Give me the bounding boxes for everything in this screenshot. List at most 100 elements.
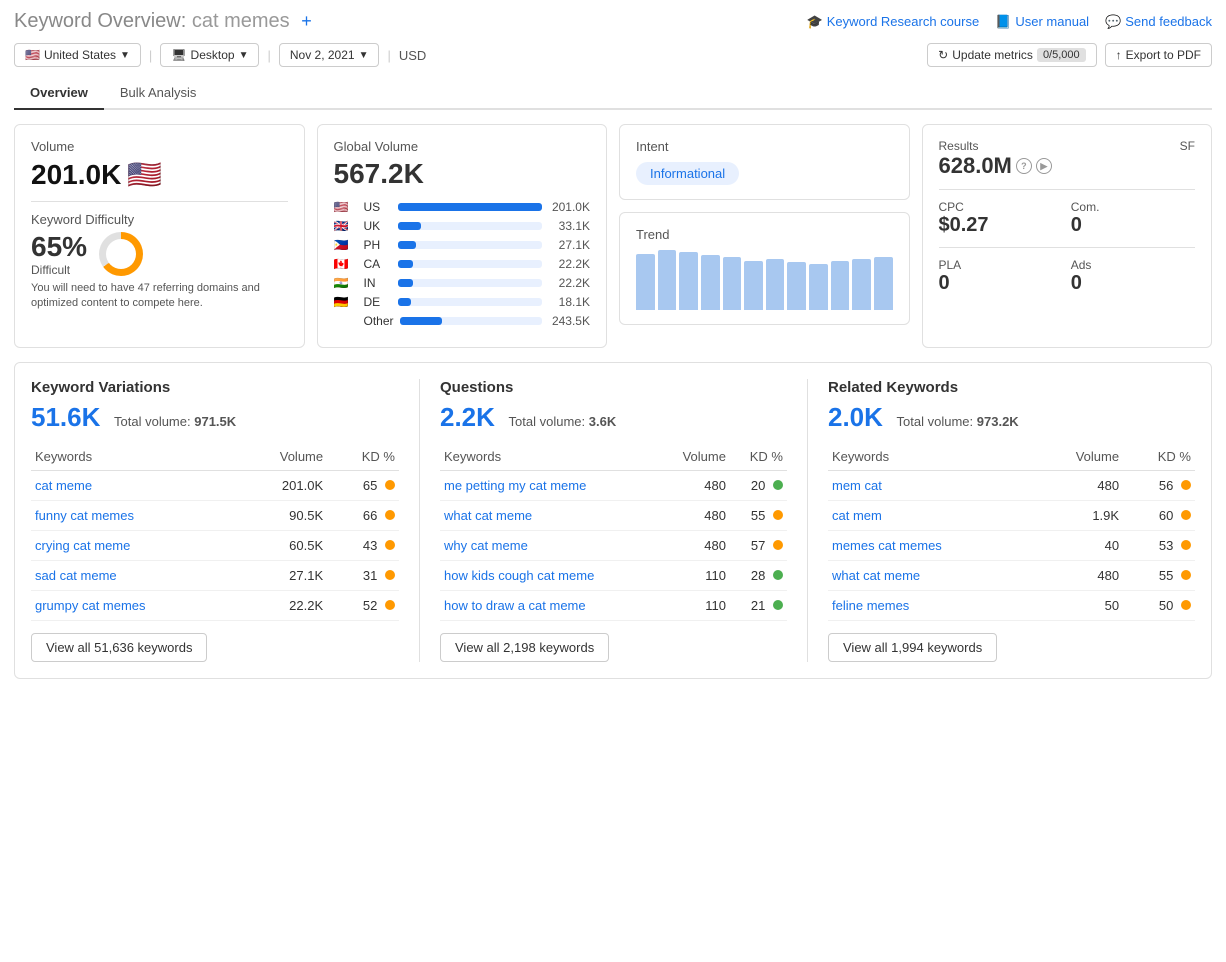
keyword-link[interactable]: funny cat memes (35, 508, 134, 523)
q-view-all-button[interactable]: View all 2,198 keywords (440, 633, 609, 662)
keyword-link[interactable]: crying cat meme (35, 538, 130, 553)
trend-bar-item (658, 250, 677, 310)
kd-cell: 60 (1123, 501, 1195, 531)
volume-cell: 201.0K (238, 471, 328, 501)
keyword-research-course-link[interactable]: 🎓 Keyword Research course (807, 14, 980, 30)
ads-value: 0 (1071, 272, 1195, 295)
kd-dot (385, 510, 395, 520)
keyword-cell: cat meme (31, 471, 238, 501)
kd-dot (385, 570, 395, 580)
gv-country-value: 22.2K (548, 257, 590, 271)
q-title: Questions (440, 379, 787, 396)
gv-country-value: 18.1K (548, 295, 590, 309)
pla-label: PLA (939, 258, 1063, 272)
keyword-link[interactable]: feline memes (832, 598, 909, 613)
trend-bar-item (766, 259, 785, 310)
kd-dot (773, 540, 783, 550)
gv-bar-bg (398, 241, 543, 249)
q-col-kd: KD % (730, 443, 787, 471)
table-row: memes cat memes 40 53 (828, 531, 1195, 561)
currency-label: USD (399, 48, 426, 63)
update-metrics-button[interactable]: ↻ Update metrics 0/5,000 (927, 43, 1096, 67)
results-play-icon[interactable]: ▶ (1036, 158, 1052, 174)
keyword-cell: feline memes (828, 591, 1033, 621)
volume-cell: 480 (659, 471, 730, 501)
kv-title: Keyword Variations (31, 379, 399, 396)
keyword-link[interactable]: how to draw a cat meme (444, 598, 586, 613)
tab-bulk-analysis[interactable]: Bulk Analysis (104, 77, 213, 110)
results-help-icon[interactable]: ? (1016, 158, 1032, 174)
kv-table: Keywords Volume KD % cat meme 201.0K 65 … (31, 443, 399, 621)
rk-view-all-button[interactable]: View all 1,994 keywords (828, 633, 997, 662)
keyword-cell: why cat meme (440, 531, 659, 561)
country-selector[interactable]: 🇺🇸 United States ▼ (14, 43, 141, 67)
gv-bar-bg (398, 298, 543, 306)
date-selector[interactable]: Nov 2, 2021 ▼ (279, 43, 380, 67)
card-divider (31, 201, 288, 202)
kd-dot (1181, 480, 1191, 490)
keyword-link[interactable]: why cat meme (444, 538, 528, 553)
tab-overview[interactable]: Overview (14, 77, 104, 110)
kd-row: 65% Difficult (31, 231, 288, 277)
rk-col-keywords: Keywords (828, 443, 1033, 471)
trend-bar-item (701, 255, 720, 310)
trend-bar-item (744, 261, 763, 310)
keyword-link[interactable]: what cat meme (444, 508, 532, 523)
q-total: Total volume: 3.6K (509, 414, 617, 429)
volume-cell: 1.9K (1033, 501, 1123, 531)
device-selector[interactable]: 🖥 Desktop ▼ (160, 43, 259, 67)
trend-bar-item (831, 261, 850, 310)
kv-view-all-button[interactable]: View all 51,636 keywords (31, 633, 207, 662)
table-row: what cat meme 480 55 (440, 501, 787, 531)
keyword-link[interactable]: cat mem (832, 508, 882, 523)
export-pdf-button[interactable]: ↑ Export to PDF (1105, 43, 1212, 67)
gv-bar-fill (400, 317, 443, 325)
gv-country-row: 🇩🇪 DE 18.1K (334, 295, 591, 309)
send-feedback-link[interactable]: 💬 Send feedback (1105, 14, 1212, 30)
rk-col-volume: Volume (1033, 443, 1123, 471)
trend-bar-item (636, 254, 655, 310)
keyword-link[interactable]: memes cat memes (832, 538, 942, 553)
add-keyword-icon[interactable]: + (301, 11, 312, 31)
keyword-name: cat memes (192, 10, 290, 32)
kv-count-row: 51.6K Total volume: 971.5K (31, 402, 399, 433)
q-col-volume: Volume (659, 443, 730, 471)
bottom-section: Keyword Variations 51.6K Total volume: 9… (14, 362, 1212, 679)
metrics-grid: CPC $0.27 Com. 0 (939, 200, 1196, 237)
keyword-link[interactable]: grumpy cat memes (35, 598, 146, 613)
user-manual-link[interactable]: 📘 User manual (995, 14, 1089, 30)
bottom-grid: Keyword Variations 51.6K Total volume: 9… (31, 379, 1195, 662)
page-title: Keyword Overview: cat memes + (14, 10, 312, 32)
gv-bar-bg (400, 317, 542, 325)
gv-country-row: 🇺🇸 US 201.0K (334, 200, 591, 214)
keyword-link[interactable]: me petting my cat meme (444, 478, 586, 493)
volume-cell: 480 (659, 531, 730, 561)
global-volume-label: Global Volume (334, 139, 591, 154)
top-header: Keyword Overview: cat memes + 🎓 Keyword … (14, 10, 1212, 33)
keyword-link[interactable]: what cat meme (832, 568, 920, 583)
q-table: Keywords Volume KD % me petting my cat m… (440, 443, 787, 621)
keyword-link[interactable]: mem cat (832, 478, 882, 493)
kd-cell: 43 (327, 531, 399, 561)
country-code: UK (364, 219, 392, 233)
questions-col: Questions 2.2K Total volume: 3.6K Keywor… (419, 379, 807, 662)
kd-dot (773, 600, 783, 610)
keyword-cell: me petting my cat meme (440, 471, 659, 501)
ads-label: Ads (1071, 258, 1195, 272)
kd-percentage: 65% Difficult (31, 231, 87, 277)
donut-inner (106, 239, 136, 269)
table-row: how kids cough cat meme 110 28 (440, 561, 787, 591)
kd-donut-chart (99, 232, 143, 276)
gv-country-row: 🇮🇳 IN 22.2K (334, 276, 591, 290)
kd-dot (773, 480, 783, 490)
keyword-link[interactable]: cat meme (35, 478, 92, 493)
table-row: cat meme 201.0K 65 (31, 471, 399, 501)
keyword-cell: how to draw a cat meme (440, 591, 659, 621)
volume-cell: 40 (1033, 531, 1123, 561)
country-code: US (364, 200, 392, 214)
gv-country-value: 201.0K (548, 200, 590, 214)
keyword-link[interactable]: how kids cough cat meme (444, 568, 594, 583)
table-row: how to draw a cat meme 110 21 (440, 591, 787, 621)
trend-label: Trend (636, 227, 893, 242)
keyword-link[interactable]: sad cat meme (35, 568, 117, 583)
